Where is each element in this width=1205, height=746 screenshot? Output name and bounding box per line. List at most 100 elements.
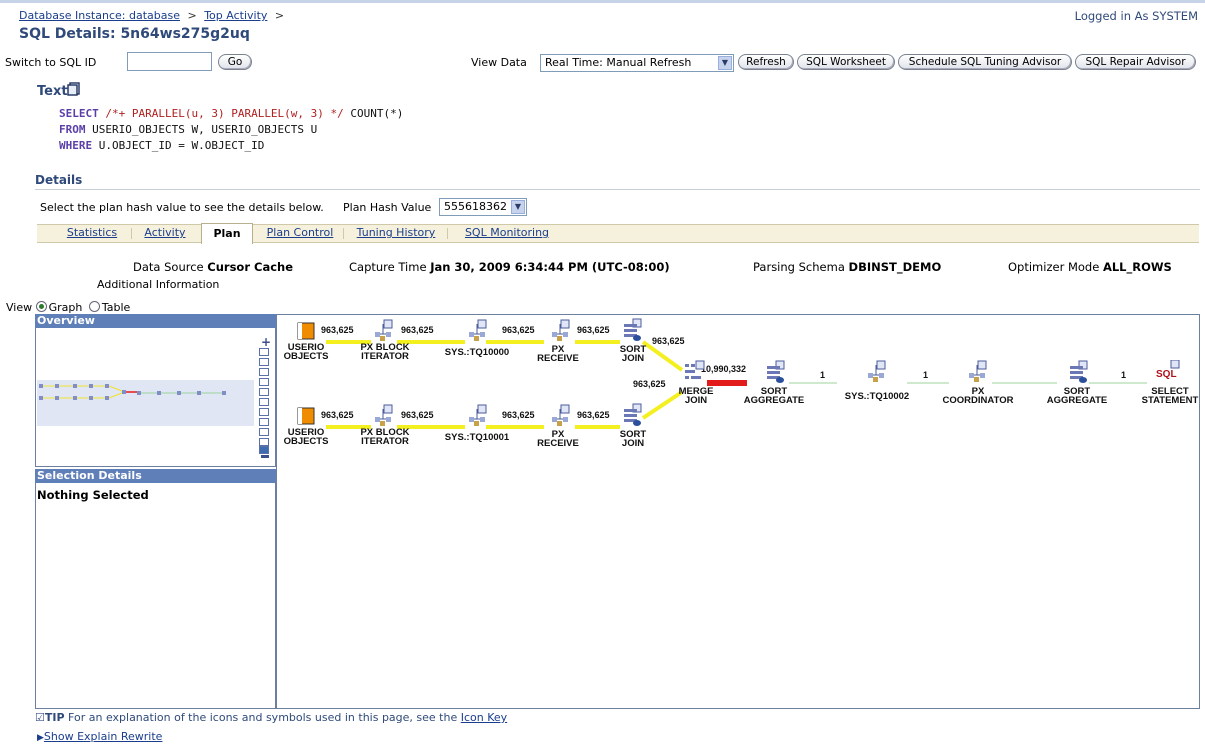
breadcrumb-instance-link[interactable]: Database Instance: database bbox=[19, 9, 180, 22]
view-toggle: View Graph Table bbox=[6, 301, 130, 314]
px-node-icon[interactable] bbox=[550, 404, 572, 429]
node-label: MERGE JOIN bbox=[678, 386, 714, 406]
view-data-value: Real Time: Manual Refresh bbox=[545, 56, 692, 69]
overview-minimap bbox=[39, 384, 226, 400]
parsing-schema: Parsing Schema DBINST_DEMO bbox=[753, 260, 942, 274]
sort-node-icon[interactable] bbox=[622, 403, 644, 430]
px-node-icon[interactable] bbox=[866, 360, 888, 385]
overview-viewport[interactable] bbox=[37, 380, 254, 426]
additional-information-label: Additional Information bbox=[97, 278, 220, 291]
zoom-level[interactable] bbox=[259, 408, 269, 416]
details-divider bbox=[35, 189, 1200, 190]
show-explain-rewrite-link[interactable]: Show Explain Rewrite bbox=[44, 730, 163, 743]
sql-worksheet-button[interactable]: SQL Worksheet bbox=[797, 54, 895, 70]
switch-sql-label: Switch to SQL ID bbox=[5, 56, 97, 69]
table-radio[interactable]: Table bbox=[88, 301, 130, 314]
zoom-level[interactable] bbox=[259, 418, 269, 426]
zoom-level[interactable] bbox=[259, 348, 269, 356]
logged-in-status: Logged in As SYSTEM bbox=[1074, 9, 1198, 23]
node-label: SELECT STATEMENT bbox=[1141, 386, 1199, 406]
chevron-down-icon: ▼ bbox=[718, 56, 732, 70]
plan-hash-select[interactable]: 555618362 ▼ bbox=[439, 198, 527, 216]
zoom-out-icon[interactable] bbox=[261, 455, 269, 458]
expand-arrow-icon: ▶ bbox=[37, 733, 44, 743]
zoom-in-icon[interactable]: + bbox=[261, 335, 271, 349]
zoom-level[interactable] bbox=[259, 388, 269, 396]
selection-details-text: Nothing Selected bbox=[37, 488, 149, 502]
tab-sql-monitoring[interactable]: SQL Monitoring bbox=[455, 225, 559, 242]
zoom-level[interactable] bbox=[259, 398, 269, 406]
selection-details-title: Selection Details bbox=[35, 469, 276, 483]
page-title: SQL Details: 5n64ws275g2uq bbox=[19, 26, 250, 42]
sql-repair-advisor-button[interactable]: SQL Repair Advisor bbox=[1075, 54, 1196, 70]
tab-separator bbox=[343, 228, 344, 239]
plan-edge-lines bbox=[641, 340, 1147, 420]
sort-node-icon[interactable] bbox=[765, 360, 787, 387]
check-icon: ☑ bbox=[35, 711, 45, 724]
node-label: SORT JOIN bbox=[619, 344, 647, 364]
text-section-title: Text bbox=[37, 84, 68, 99]
zoom-level[interactable] bbox=[259, 368, 269, 376]
node-label: SORT JOIN bbox=[619, 429, 647, 449]
node-label: USERIO OBJECTS bbox=[283, 342, 329, 362]
copy-icon[interactable] bbox=[67, 82, 81, 99]
node-label: PX BLOCK ITERATOR bbox=[360, 342, 410, 362]
plan-graph-canvas[interactable]: 963,625 963,625 963,625 963,625 963,625 … bbox=[276, 314, 1200, 709]
optimizer-mode: Optimizer Mode ALL_ROWS bbox=[1008, 260, 1172, 274]
tab-statistics[interactable]: Statistics bbox=[59, 225, 125, 242]
edge-rows: 10,990,332 bbox=[701, 364, 747, 374]
node-label: USERIO OBJECTS bbox=[283, 427, 329, 447]
tab-separator bbox=[447, 228, 448, 239]
zoom-level-selected[interactable] bbox=[259, 446, 269, 454]
data-source: Data Source Cursor Cache bbox=[133, 260, 294, 274]
table-icon[interactable] bbox=[297, 322, 315, 343]
px-node-icon[interactable] bbox=[467, 319, 489, 344]
go-button[interactable]: Go bbox=[218, 54, 252, 70]
node-label: SORT AGGREGATE bbox=[743, 386, 805, 406]
tab-separator bbox=[131, 228, 132, 239]
node-label: PX COORDINATOR bbox=[942, 386, 1014, 406]
show-explain-rewrite[interactable]: ▶Show Explain Rewrite bbox=[37, 730, 162, 743]
node-label: PX RECEIVE bbox=[537, 344, 579, 364]
breadcrumb-top-activity-link[interactable]: Top Activity bbox=[204, 9, 267, 22]
zoom-level[interactable] bbox=[259, 358, 269, 366]
px-node-icon[interactable] bbox=[373, 404, 395, 429]
tab-tuning-history[interactable]: Tuning History bbox=[351, 225, 441, 242]
node-label: PX BLOCK ITERATOR bbox=[360, 427, 410, 447]
tab-plan-control[interactable]: Plan Control bbox=[263, 225, 337, 242]
px-node-icon[interactable] bbox=[967, 360, 989, 385]
tab-bar: Statistics Activity Plan Plan Control Tu… bbox=[37, 223, 1199, 244]
overview-title: Overview bbox=[35, 314, 276, 328]
node-label: SORT AGGREGATE bbox=[1046, 386, 1108, 406]
zoom-level[interactable] bbox=[259, 378, 269, 386]
sql-text-line-3: WHERE U.OBJECT_ID = W.OBJECT_ID bbox=[59, 139, 265, 152]
edge-rows: 963,625 bbox=[652, 336, 685, 346]
graph-radio[interactable]: Graph bbox=[35, 301, 82, 314]
tip: ☑TIP For an explanation of the icons and… bbox=[35, 711, 508, 724]
view-data-select[interactable]: Real Time: Manual Refresh ▼ bbox=[540, 54, 734, 72]
icon-key-link[interactable]: Icon Key bbox=[461, 711, 507, 724]
view-data-label: View Data bbox=[471, 56, 527, 69]
chevron-down-icon: ▼ bbox=[511, 200, 525, 214]
zoom-level[interactable] bbox=[259, 438, 269, 446]
px-node-icon[interactable] bbox=[467, 404, 489, 429]
node-label: SYS.:TQ10002 bbox=[844, 391, 910, 402]
sort-node-icon[interactable] bbox=[622, 318, 644, 345]
refresh-button[interactable]: Refresh bbox=[738, 54, 794, 70]
px-node-icon[interactable] bbox=[550, 319, 572, 344]
edge-rows: 1 bbox=[1121, 370, 1127, 380]
sort-node-icon[interactable] bbox=[1068, 360, 1090, 387]
px-node-icon[interactable] bbox=[373, 319, 395, 344]
sql-text-line-2: FROM USERIO_OBJECTS W, USERIO_OBJECTS U bbox=[59, 123, 318, 136]
node-label: PX RECEIVE bbox=[537, 429, 579, 449]
schedule-tuning-advisor-button[interactable]: Schedule SQL Tuning Advisor bbox=[898, 54, 1072, 70]
edge-rows: 1 bbox=[923, 370, 929, 380]
zoom-level[interactable] bbox=[259, 428, 269, 436]
merge-join-icon[interactable] bbox=[684, 360, 706, 387]
tab-plan[interactable]: Plan bbox=[201, 223, 253, 244]
sql-id-input[interactable] bbox=[127, 52, 212, 71]
plan-hash-label: Plan Hash Value bbox=[343, 201, 432, 214]
table-icon[interactable] bbox=[297, 407, 315, 428]
capture-time: Capture Time Jan 30, 2009 6:34:44 PM (UT… bbox=[349, 260, 670, 274]
tab-activity[interactable]: Activity bbox=[139, 225, 191, 242]
